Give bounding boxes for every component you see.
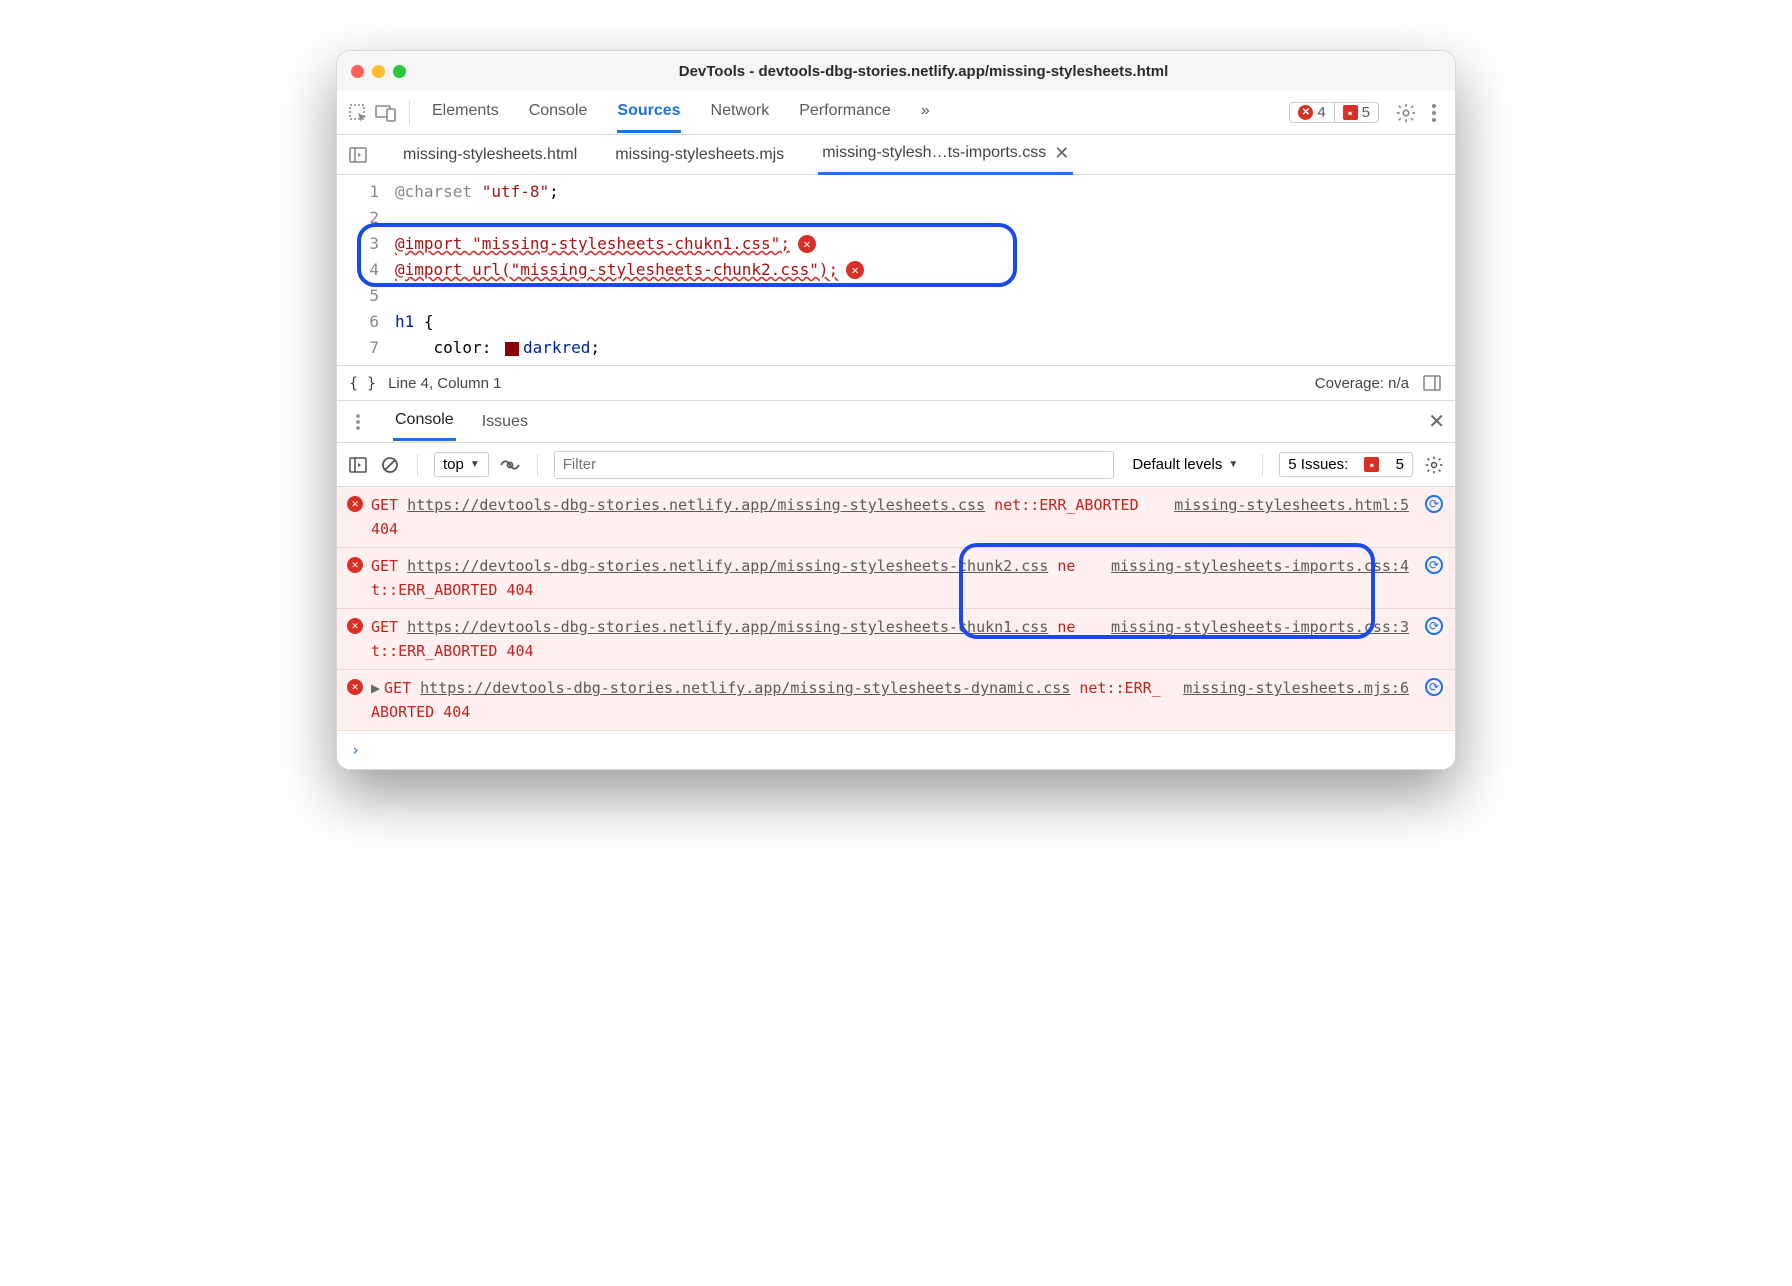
source-link[interactable]: missing-stylesheets.mjs:6 [1183, 676, 1409, 700]
device-toggle-icon[interactable] [375, 102, 397, 124]
source-link[interactable]: missing-stylesheets-imports.css:3 [1111, 615, 1409, 639]
reload-icon[interactable]: ⟳ [1425, 617, 1443, 635]
close-window-icon[interactable] [351, 65, 364, 78]
pretty-print-icon[interactable]: { } [349, 374, 376, 392]
console-error-row: ✕ GET https://devtools-dbg-stories.netli… [337, 609, 1455, 670]
tab-sources[interactable]: Sources [617, 92, 680, 133]
zoom-window-icon[interactable] [393, 65, 406, 78]
file-tab-html[interactable]: missing-stylesheets.html [399, 138, 581, 172]
close-tab-icon[interactable]: ✕ [1054, 143, 1069, 164]
tab-elements[interactable]: Elements [432, 92, 499, 133]
expand-icon[interactable]: ▶ [371, 679, 380, 697]
tab-more[interactable]: » [921, 92, 930, 133]
panel-tabs: Elements Console Sources Network Perform… [432, 92, 930, 133]
issues-badge[interactable]: ▪5 [1335, 103, 1378, 122]
console-toolbar: top▼ Default levels▼ 5 Issues: ▪ 5 [337, 443, 1455, 487]
traffic-lights [351, 65, 406, 78]
source-link[interactable]: missing-stylesheets-imports.css:4 [1111, 554, 1409, 578]
sidebar-toggle-icon[interactable] [1421, 372, 1443, 394]
drawer-kebab-icon[interactable] [347, 411, 369, 433]
resource-link[interactable]: https://devtools-dbg-stories.netlify.app… [420, 679, 1070, 697]
console-error-row: ✕ GET https://devtools-dbg-stories.netli… [337, 487, 1455, 548]
editor-status-bar: { } Line 4, Column 1 Coverage: n/a [337, 365, 1455, 401]
issues-count: 5 [1362, 104, 1370, 121]
coverage-label: Coverage: n/a [1315, 375, 1409, 392]
reload-icon[interactable]: ⟳ [1425, 556, 1443, 574]
file-tab-css[interactable]: missing-stylesh…ts-imports.css✕ [818, 135, 1073, 175]
live-expression-icon[interactable] [499, 458, 521, 472]
clear-console-icon[interactable] [379, 456, 401, 474]
console-messages: ✕ GET https://devtools-dbg-stories.netli… [337, 487, 1455, 731]
reload-icon[interactable]: ⟳ [1425, 495, 1443, 513]
issues-button[interactable]: 5 Issues: ▪ 5 [1279, 452, 1413, 477]
drawer-close-icon[interactable]: ✕ [1428, 409, 1445, 434]
drawer-tabs: Console Issues ✕ [337, 401, 1455, 443]
devtools-window: DevTools - devtools-dbg-stories.netlify.… [336, 50, 1456, 770]
file-tab-bar: missing-stylesheets.html missing-stylesh… [337, 135, 1455, 175]
console-error-row: ✕ GET https://devtools-dbg-stories.netli… [337, 548, 1455, 609]
file-tab-mjs[interactable]: missing-stylesheets.mjs [611, 138, 788, 172]
resource-link[interactable]: https://devtools-dbg-stories.netlify.app… [407, 496, 985, 514]
minimize-window-icon[interactable] [372, 65, 385, 78]
line-gutter: 1234567 [337, 175, 387, 365]
main-toolbar: Elements Console Sources Network Perform… [337, 91, 1455, 135]
console-sidebar-icon[interactable] [347, 457, 369, 473]
inspect-icon[interactable] [347, 102, 369, 124]
window-title: DevTools - devtools-dbg-stories.netlify.… [406, 63, 1441, 80]
error-icon: ✕ [347, 679, 363, 695]
error-icon[interactable]: ✕ [846, 261, 864, 279]
navigator-toggle-icon[interactable] [347, 144, 369, 166]
source-link[interactable]: missing-stylesheets.html:5 [1174, 493, 1409, 517]
color-swatch-icon[interactable] [505, 342, 519, 356]
settings-icon[interactable] [1395, 102, 1417, 124]
error-icon: ✕ [347, 557, 363, 573]
log-levels-selector[interactable]: Default levels▼ [1124, 453, 1246, 476]
resource-link[interactable]: https://devtools-dbg-stories.netlify.app… [407, 618, 1048, 636]
error-icon[interactable]: ✕ [798, 235, 816, 253]
drawer-tab-console[interactable]: Console [393, 402, 456, 441]
error-badges: ✕4 ▪5 [1289, 102, 1379, 123]
errors-count: 4 [1317, 104, 1325, 121]
reload-icon[interactable]: ⟳ [1425, 678, 1443, 696]
kebab-icon[interactable] [1423, 102, 1445, 124]
source-editor[interactable]: 1234567 @charset "utf-8"; @import "missi… [337, 175, 1455, 365]
error-icon: ✕ [347, 618, 363, 634]
console-prompt[interactable]: › [337, 731, 1455, 769]
drawer-tab-issues[interactable]: Issues [480, 404, 530, 440]
errors-badge[interactable]: ✕4 [1290, 103, 1334, 122]
code-content[interactable]: @charset "utf-8"; @import "missing-style… [387, 175, 1455, 365]
tab-console[interactable]: Console [529, 92, 588, 133]
cursor-position: Line 4, Column 1 [388, 375, 501, 392]
drawer: Console Issues ✕ top▼ Default levels▼ 5 … [337, 401, 1455, 769]
console-error-row: ✕ ▶GET https://devtools-dbg-stories.netl… [337, 670, 1455, 731]
tab-network[interactable]: Network [711, 92, 770, 133]
console-filter-input[interactable] [554, 451, 1115, 479]
resource-link[interactable]: https://devtools-dbg-stories.netlify.app… [407, 557, 1048, 575]
error-icon: ✕ [347, 496, 363, 512]
console-settings-icon[interactable] [1423, 455, 1445, 475]
titlebar: DevTools - devtools-dbg-stories.netlify.… [337, 51, 1455, 91]
context-selector[interactable]: top▼ [434, 452, 489, 477]
tab-performance[interactable]: Performance [799, 92, 891, 133]
